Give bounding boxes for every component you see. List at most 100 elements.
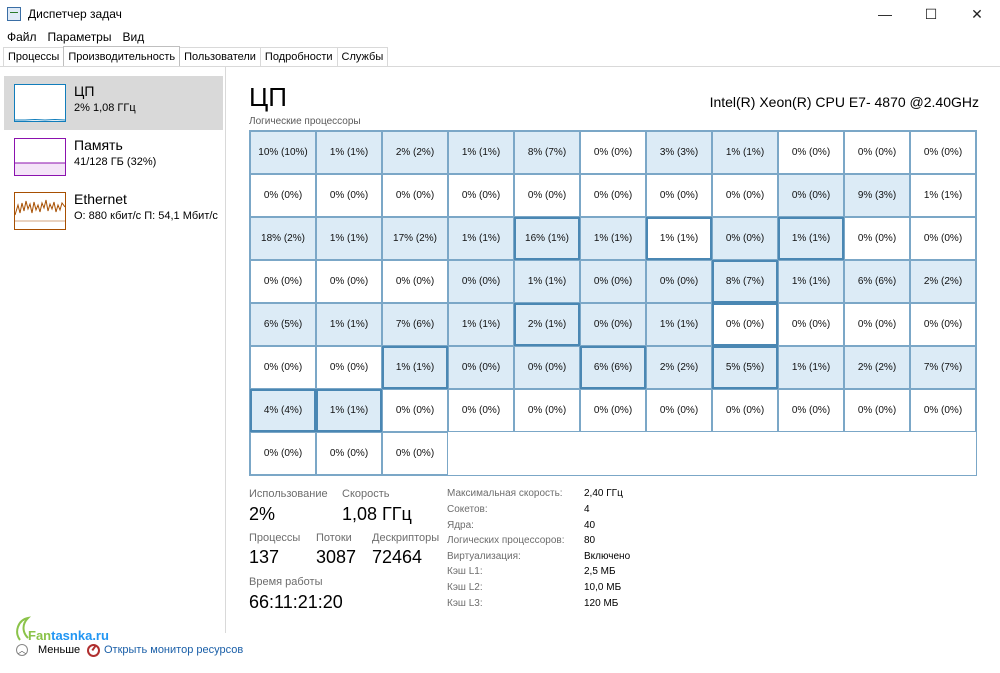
usage-label: Использование — [249, 488, 328, 500]
logical-processor-cell: 7% (7%) — [910, 346, 976, 389]
maximize-button[interactable]: ☐ — [908, 0, 954, 28]
logical-processor-cell: 0% (0%) — [514, 389, 580, 432]
open-resource-monitor-link[interactable]: Открыть монитор ресурсов — [104, 644, 243, 656]
logical-processor-cell: 17% (2%) — [382, 217, 448, 260]
footer: ︿ Меньше Открыть монитор ресурсов — [0, 641, 1000, 661]
logical-processor-cell: 0% (0%) — [514, 346, 580, 389]
logical-processor-cell: 0% (0%) — [580, 174, 646, 217]
logical-processor-cell: 0% (0%) — [382, 432, 448, 475]
logical-processor-cell: 1% (1%) — [646, 217, 712, 260]
sidebar-item-ethernet[interactable]: Ethernet О: 880 кбит/с П: 54,1 Мбит/с — [4, 184, 223, 238]
logical-processor-cell: 1% (1%) — [646, 303, 712, 346]
logical-processor-cell: 10% (10%) — [250, 131, 316, 174]
logical-processor-cell: 0% (0%) — [316, 346, 382, 389]
logical-processor-cell: 2% (1%) — [514, 303, 580, 346]
logical-processor-cell: 0% (0%) — [382, 174, 448, 217]
detail-value: 40 — [584, 520, 596, 531]
logical-processor-cell: 6% (6%) — [844, 260, 910, 303]
logical-processor-cell: 7% (6%) — [382, 303, 448, 346]
logical-processor-cell: 0% (0%) — [382, 260, 448, 303]
logical-processor-cell: 0% (0%) — [316, 260, 382, 303]
detail-value: 80 — [584, 535, 596, 546]
title-bar: Диспетчер задач — ☐ ✕ — [0, 0, 1000, 28]
tab-bar: Процессы Производительность Пользователи… — [3, 46, 389, 66]
logical-processor-cell: 1% (1%) — [316, 389, 382, 432]
sidebar-item-cpu[interactable]: ЦП 2% 1,08 ГГц — [4, 76, 223, 130]
ethernet-thumbnail-graph — [14, 192, 66, 230]
logical-processor-cell: 0% (0%) — [580, 131, 646, 174]
logical-processor-cell: 0% (0%) — [844, 389, 910, 432]
speed-label: Скорость — [342, 488, 390, 500]
menu-bar: Файл Параметры Вид — [0, 28, 148, 46]
detail-label: Кэш L1: — [447, 566, 483, 577]
cpu-model: Intel(R) Xeon(R) CPU E7- 4870 @2.40GHz — [709, 94, 979, 110]
handles-value: 72464 — [372, 547, 423, 567]
sidebar: ЦП 2% 1,08 ГГц Память 41/128 ГБ (32%) Et… — [0, 67, 226, 633]
detail-label: Ядра: — [447, 520, 474, 531]
less-details-link[interactable]: Меньше — [38, 644, 80, 656]
tab-users[interactable]: Пользователи — [179, 47, 261, 66]
logical-processor-cell: 1% (1%) — [382, 346, 448, 389]
logical-processor-cell: 0% (0%) — [778, 131, 844, 174]
logical-processor-cell: 0% (0%) — [910, 131, 976, 174]
resource-monitor-icon — [87, 644, 100, 657]
logical-processor-cell: 0% (0%) — [250, 260, 316, 303]
logical-processor-cell: 1% (1%) — [316, 131, 382, 174]
logical-processor-cell: 18% (2%) — [250, 217, 316, 260]
uptime-label: Время работы — [249, 576, 323, 588]
logical-processor-cell: 0% (0%) — [712, 217, 778, 260]
logical-processor-cell: 0% (0%) — [448, 389, 514, 432]
memory-thumbnail-graph — [14, 138, 66, 176]
tab-details[interactable]: Подробности — [259, 47, 338, 66]
window-controls: — ☐ ✕ — [862, 0, 1000, 28]
logical-processor-cell: 1% (1%) — [712, 131, 778, 174]
detail-label: Сокетов: — [447, 504, 488, 515]
logical-processor-cell: 8% (7%) — [514, 131, 580, 174]
logical-processor-cell: 1% (1%) — [778, 217, 844, 260]
logical-processor-cell: 0% (0%) — [250, 346, 316, 389]
logical-processor-cell: 0% (0%) — [514, 174, 580, 217]
threads-label: Потоки — [316, 532, 352, 544]
tab-performance[interactable]: Производительность — [63, 46, 181, 66]
menu-options[interactable]: Параметры — [44, 30, 116, 44]
logical-processor-cell: 0% (0%) — [580, 260, 646, 303]
logical-processor-cell: 0% (0%) — [250, 174, 316, 217]
logical-processors-grid: 10% (10%) 1% (1%) 2% (2%) 1% (1%) 8% (7%) 0% … — [249, 130, 977, 476]
logical-processor-cell: 0% (0%) — [316, 432, 382, 475]
logical-processor-cell: 0% (0%) — [448, 346, 514, 389]
logical-processor-cell: 2% (2%) — [844, 346, 910, 389]
logical-processor-cell: 0% (0%) — [844, 217, 910, 260]
logical-processor-cell: 2% (2%) — [382, 131, 448, 174]
detail-value: 4 — [584, 504, 590, 515]
logical-processor-cell: 0% (0%) — [250, 432, 316, 475]
logical-processor-cell: 1% (1%) — [448, 303, 514, 346]
detail-value: 10,0 МБ — [584, 582, 622, 593]
menu-view[interactable]: Вид — [118, 30, 148, 44]
logical-processor-cell: 0% (0%) — [844, 303, 910, 346]
ethernet-mini-chart — [14, 199, 66, 222]
logical-processor-cell: 2% (2%) — [646, 346, 712, 389]
logical-processor-cell: 0% (0%) — [448, 260, 514, 303]
logical-processor-cell: 1% (1%) — [778, 260, 844, 303]
chevron-up-icon[interactable]: ︿ — [16, 644, 28, 656]
logical-processor-cell: 1% (1%) — [910, 174, 976, 217]
logical-processor-cell: 1% (1%) — [580, 217, 646, 260]
logical-processor-cell: 0% (0%) — [646, 174, 712, 217]
sidebar-item-memory[interactable]: Память 41/128 ГБ (32%) — [4, 130, 223, 184]
sidebar-item-sub: 2% 1,08 ГГц — [74, 102, 136, 114]
tab-services[interactable]: Службы — [336, 47, 389, 66]
logical-processor-cell: 0% (0%) — [778, 303, 844, 346]
processes-label: Процессы — [249, 532, 301, 544]
menu-file[interactable]: Файл — [3, 30, 41, 44]
close-button[interactable]: ✕ — [954, 0, 1000, 28]
logical-processor-cell: 3% (3%) — [646, 131, 712, 174]
minimize-button[interactable]: — — [862, 0, 908, 28]
logical-processor-cell: 0% (0%) — [448, 174, 514, 217]
tab-processes[interactable]: Процессы — [3, 47, 65, 66]
usage-value: 2% — [249, 504, 276, 524]
speed-value: 1,08 ГГц — [342, 504, 412, 524]
window-title: Диспетчер задач — [28, 7, 122, 21]
sidebar-item-label: ЦП — [74, 83, 95, 99]
logical-processor-cell: 0% (0%) — [580, 389, 646, 432]
task-manager-icon — [7, 7, 21, 21]
